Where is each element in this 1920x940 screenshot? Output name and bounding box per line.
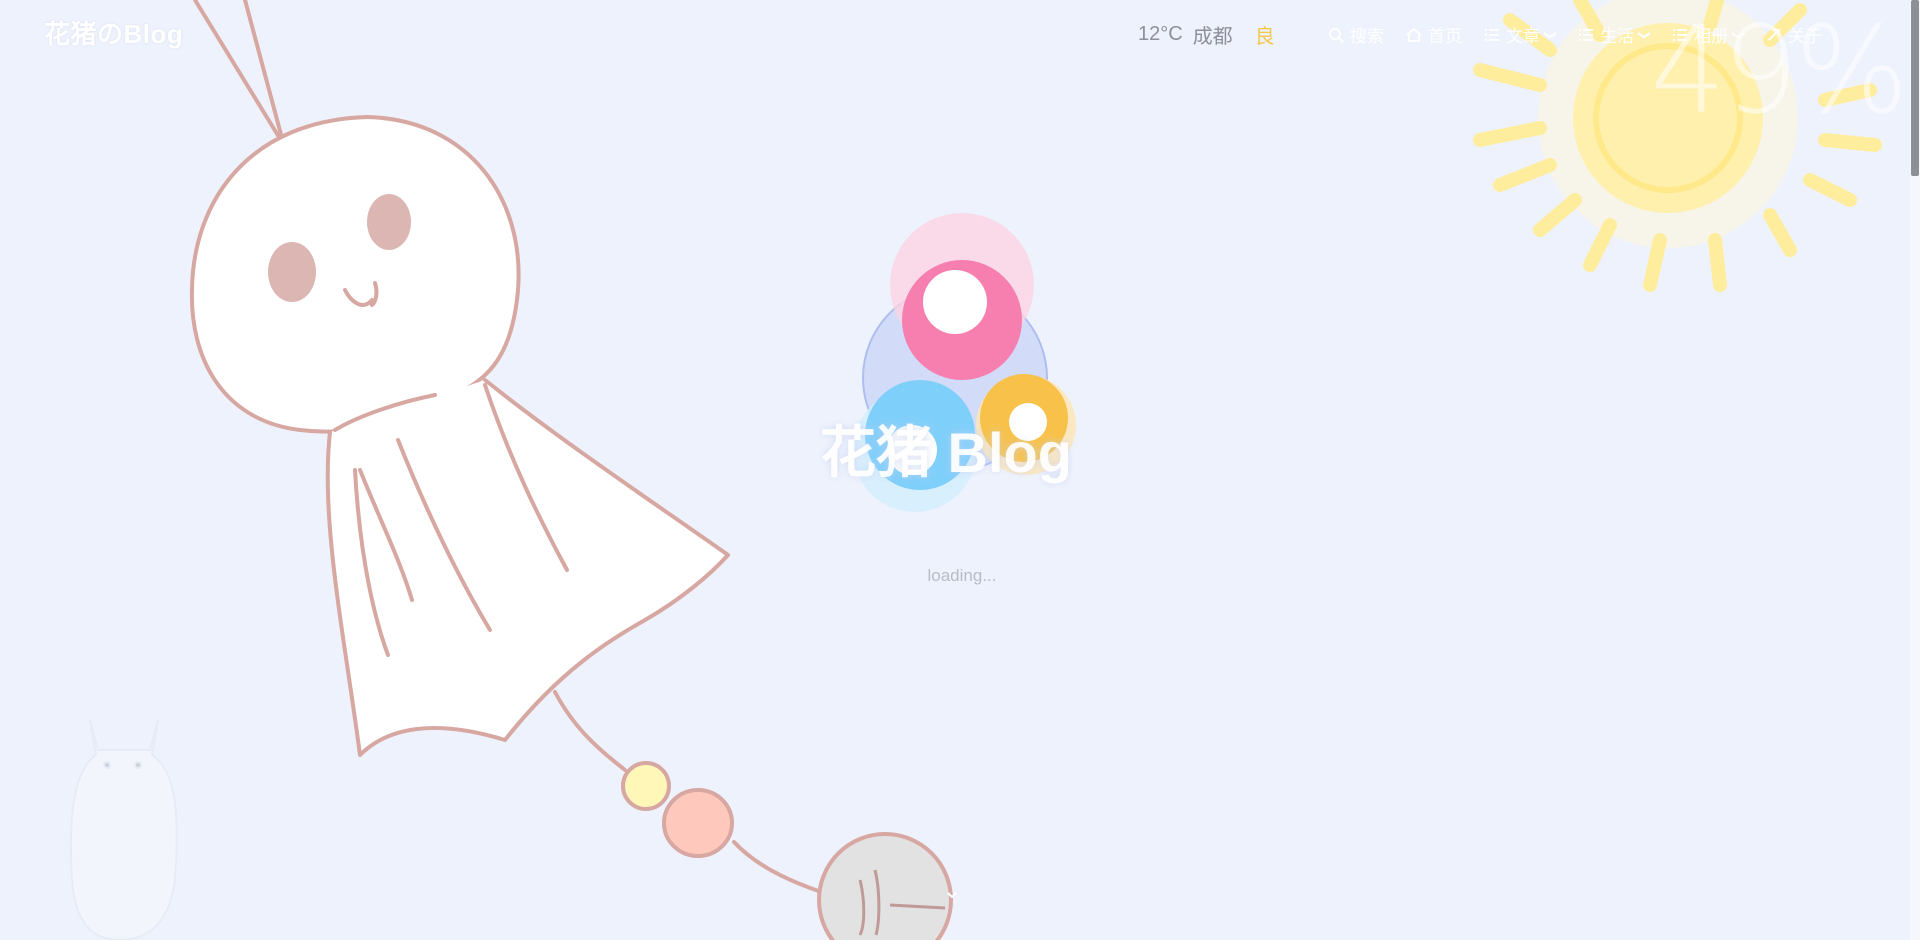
doll-cheek-right <box>367 194 411 250</box>
nav-item-life[interactable]: 生活 ❯ <box>1578 22 1653 47</box>
nav-item-label: 相册 <box>1694 27 1729 46</box>
nav-item-label: 首页 <box>1428 27 1462 46</box>
scroll-down-icon[interactable]: ⌄ <box>942 876 962 905</box>
site-title[interactable]: 花猪のBlog <box>44 14 183 51</box>
list-icon <box>1579 28 1594 41</box>
search-icon <box>1329 27 1344 43</box>
nav-item-about[interactable]: 关于 <box>1766 22 1822 47</box>
doll-cheek-left <box>268 242 316 302</box>
weather-city: 成都 <box>1192 26 1233 48</box>
hero-title: 花猪 Blog <box>820 421 1072 484</box>
nav-item-label: 生活 <box>1600 27 1635 46</box>
weather-temperature: 12°C <box>1138 23 1183 45</box>
loading-text: loading... <box>927 566 997 585</box>
nav-item-home[interactable]: 首页 <box>1406 22 1462 47</box>
bead-yellow <box>621 761 671 811</box>
scrollbar-thumb[interactable] <box>1911 0 1919 176</box>
link-icon <box>1768 28 1781 41</box>
home-icon <box>1406 27 1422 42</box>
air-quality-badge: 良 <box>1254 26 1275 48</box>
chevron-down-icon: ❯ <box>1638 29 1653 40</box>
nav-item-search[interactable]: 搜索 <box>1328 22 1384 47</box>
list-icon <box>1673 28 1688 41</box>
chevron-down-icon: ❯ <box>1732 29 1747 40</box>
list-icon <box>1485 28 1499 41</box>
weather-widget[interactable]: 12°C 成都 良 <box>1138 20 1275 49</box>
nav-item-label: 搜索 <box>1350 27 1384 46</box>
nav-item-label: 文章 <box>1506 27 1540 46</box>
wind-chime-doll <box>189 0 832 897</box>
nav-item-album[interactable]: 相册 ❯ <box>1672 22 1747 47</box>
nav-item-label: 关于 <box>1788 27 1823 46</box>
bell <box>817 832 953 940</box>
cat-illustration <box>69 719 178 940</box>
scrollbar[interactable] <box>1910 0 1920 940</box>
chevron-down-icon: ❯ <box>1544 29 1559 40</box>
nav-item-articles[interactable]: 文章 ❯ <box>1484 22 1559 47</box>
main-nav: 搜索 首页 文章 ❯ 生活 ❯ 相册 ❯ 关于 <box>1328 22 1822 47</box>
bead-peach <box>662 788 734 858</box>
